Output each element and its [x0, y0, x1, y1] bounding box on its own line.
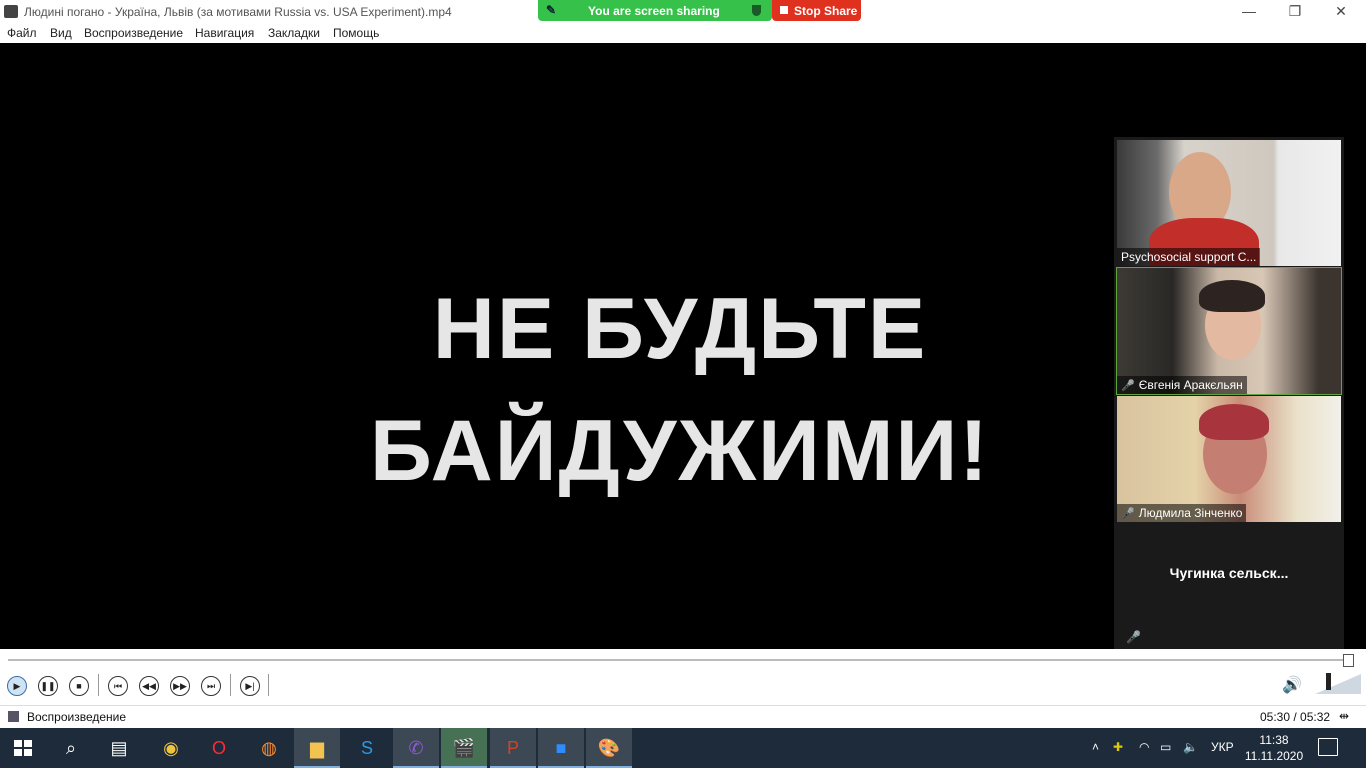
network-wifi-icon[interactable]: ◠ — [1139, 740, 1149, 754]
toolbar-separator — [230, 674, 231, 696]
next-button[interactable]: ⏭ — [201, 676, 221, 696]
start-button[interactable] — [0, 728, 46, 768]
file-explorer-icon[interactable]: ▆ — [294, 728, 340, 768]
fast-forward-button[interactable]: ▶▶ — [170, 676, 190, 696]
maximize-button[interactable]: ❐ — [1272, 0, 1318, 24]
video-caption-line-1: НЕ БУДЬТЕ — [432, 281, 928, 377]
stop-icon — [780, 6, 788, 14]
stop-button[interactable]: ■ — [69, 676, 89, 696]
video-caption: НЕ БУДЬТЕ БАЙДУЖИМИ! — [340, 268, 1020, 512]
volume-slider[interactable] — [1315, 674, 1361, 694]
participant-tile[interactable]: Psychosocial support C... — [1117, 140, 1341, 266]
screen-sharing-status: You are screen sharing — [588, 4, 720, 18]
participant-gallery[interactable]: Psychosocial support C... 🎤 Євгенія Аракє… — [1114, 137, 1344, 652]
menu-bar: Файл Вид Воспроизведение Навигация Закла… — [0, 24, 1366, 43]
video-player-app-icon — [4, 5, 18, 18]
rewind-button[interactable]: ◀◀ — [139, 676, 159, 696]
player-controls: ▶ ❚❚ ■ ⏮ ◀◀ ▶▶ ⏭ ▶| 🔊 — [0, 649, 1366, 705]
menu-navigation[interactable]: Навигация — [195, 26, 254, 40]
stop-share-label: Stop Share — [794, 4, 858, 18]
show-hidden-icons-chevron-up-icon[interactable]: ˄ — [1092, 740, 1099, 754]
play-button[interactable]: ▶ — [7, 676, 27, 696]
video-player-icon[interactable]: 🎬 — [441, 728, 487, 768]
participant-name-tag: 🎤 Євгенія Аракєльян — [1117, 376, 1247, 394]
participant-name: Чугинка сельск... — [1169, 565, 1289, 581]
menu-file[interactable]: Файл — [7, 26, 37, 40]
previous-button[interactable]: ⏮ — [108, 676, 128, 696]
task-view-icon[interactable]: ▤ — [96, 728, 142, 768]
search-icon[interactable]: ⌕ — [48, 728, 94, 768]
menu-bookmarks[interactable]: Закладки — [268, 26, 320, 40]
minimize-button[interactable]: — — [1226, 0, 1272, 24]
muted-mic-icon: 🎤 — [1121, 508, 1135, 520]
chrome-icon[interactable]: ◉ — [148, 728, 194, 768]
muted-mic-icon: 🎤 — [1121, 380, 1135, 392]
input-language-indicator[interactable]: УКР — [1211, 740, 1234, 754]
seek-handle[interactable] — [1343, 654, 1354, 667]
participant-name: Людмила Зінченко — [1138, 506, 1243, 520]
action-center-notification-icon[interactable] — [1318, 738, 1338, 756]
clock-date: 11.11.2020 — [1244, 749, 1304, 763]
stop-share-button[interactable]: Stop Share — [772, 0, 861, 21]
participant-video — [1199, 280, 1265, 312]
video-caption-line-2: БАЙДУЖИМИ! — [370, 403, 990, 499]
menu-playback[interactable]: Воспроизведение — [84, 26, 183, 40]
participant-tile-video-off[interactable]: Чугинка сельск... 🎤 — [1117, 524, 1341, 650]
participant-name-tag: 🎤 Людмила Зінченко — [1117, 504, 1247, 522]
firefox-icon[interactable]: ◍ — [246, 728, 292, 768]
participant-video — [1199, 404, 1269, 440]
battery-icon[interactable]: ▭ — [1160, 740, 1171, 754]
viber-icon[interactable]: ✆ — [393, 728, 439, 768]
annotate-icon[interactable]: ✎ — [546, 3, 556, 17]
pause-button[interactable]: ❚❚ — [38, 676, 58, 696]
toolbar-separator — [98, 674, 99, 696]
participant-tile[interactable]: 🎤 Людмила Зінченко — [1117, 396, 1341, 522]
playback-status-icon — [8, 711, 19, 722]
aspect-ratio-icon[interactable]: ⇹ — [1339, 709, 1349, 723]
skype-icon[interactable]: S — [344, 728, 390, 768]
muted-mic-icon: 🎤 — [1126, 630, 1141, 644]
status-bar: Воспроизведение 05:30 / 05:32 ⇹ — [0, 705, 1366, 728]
powerpoint-icon[interactable]: P — [490, 728, 536, 768]
playback-status: Воспроизведение — [27, 710, 127, 724]
security-shield-icon — [752, 5, 761, 16]
close-button[interactable]: ✕ — [1318, 0, 1364, 24]
screen-sharing-banner[interactable]: ✎ You are screen sharing — [538, 0, 772, 21]
paint-icon[interactable]: 🎨 — [586, 728, 632, 768]
playback-time: 05:30 / 05:32 — [1260, 710, 1331, 724]
frame-step-button[interactable]: ▶| — [240, 676, 260, 696]
windows-logo-icon — [14, 740, 32, 756]
vpn-icon[interactable]: ✚ — [1113, 740, 1123, 754]
menu-view[interactable]: Вид — [50, 26, 72, 40]
opera-icon[interactable]: O — [196, 728, 242, 768]
participant-name: Євгенія Аракєльян — [1138, 378, 1243, 392]
speaker-volume-icon[interactable]: 🔈 — [1183, 740, 1198, 754]
participant-name: Psychosocial support C... — [1117, 248, 1261, 266]
windows-taskbar: ⌕ ▤ ◉ O ◍ ▆ S ✆ 🎬 P ■ 🎨 ˄ ✚ ◠ ▭ 🔈 УКР 11… — [0, 728, 1366, 768]
volume-handle[interactable] — [1326, 673, 1331, 690]
participant-tile-active-speaker[interactable]: 🎤 Євгенія Аракєльян — [1116, 267, 1342, 395]
volume-icon[interactable]: 🔊 — [1282, 675, 1302, 695]
toolbar-separator — [268, 674, 269, 696]
clock-time: 11:38 — [1259, 733, 1289, 747]
window-title: Людині погано - Україна, Львів (за мотив… — [24, 5, 452, 19]
menu-help[interactable]: Помощь — [333, 26, 379, 40]
zoom-icon[interactable]: ■ — [538, 728, 584, 768]
seek-bar[interactable] — [8, 659, 1354, 661]
taskbar-clock[interactable]: 11:38 11.11.2020 — [1243, 732, 1305, 764]
